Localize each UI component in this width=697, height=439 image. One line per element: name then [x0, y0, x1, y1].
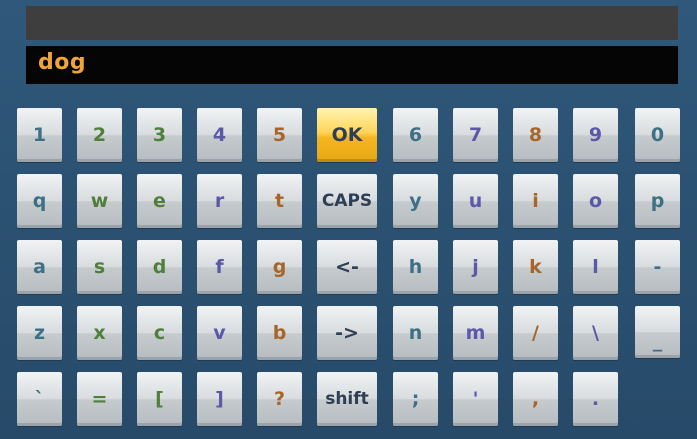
key-0-1[interactable]: 2	[77, 108, 122, 162]
key-2-5[interactable]: <-	[317, 240, 377, 294]
key-1-9[interactable]: o	[573, 174, 618, 228]
key-1-6[interactable]: y	[393, 174, 438, 228]
key-3-6[interactable]: n	[393, 306, 438, 360]
key-0-8[interactable]: 8	[513, 108, 558, 162]
key-0-0[interactable]: 1	[17, 108, 62, 162]
key-2-0[interactable]: a	[17, 240, 62, 294]
key-4-2[interactable]: [	[137, 372, 182, 426]
key-0-5[interactable]: OK	[317, 108, 377, 162]
key-2-4[interactable]: g	[257, 240, 302, 294]
key-0-3[interactable]: 4	[197, 108, 242, 162]
key-3-9[interactable]: \	[573, 306, 618, 360]
key-3-0[interactable]: z	[17, 306, 62, 360]
key-3-10[interactable]: _	[635, 306, 680, 358]
key-3-5[interactable]: ->	[317, 306, 377, 360]
key-4-5[interactable]: shift	[317, 372, 377, 426]
key-1-8[interactable]: i	[513, 174, 558, 228]
key-4-8[interactable]: ,	[513, 372, 558, 426]
key-1-7[interactable]: u	[453, 174, 498, 228]
key-3-1[interactable]: x	[77, 306, 122, 360]
key-2-6[interactable]: h	[393, 240, 438, 294]
key-3-3[interactable]: v	[197, 306, 242, 360]
key-1-0[interactable]: q	[17, 174, 62, 228]
key-0-2[interactable]: 3	[137, 108, 182, 162]
key-3-8[interactable]: /	[513, 306, 558, 360]
key-2-10[interactable]: -	[635, 240, 680, 294]
on-screen-keyboard: 1 2 3 4 5 OK 6 7 8 9 0 q w e r t CAPS y u i o p a s d f g <- h j k l - z x…	[0, 0, 697, 439]
key-1-3[interactable]: r	[197, 174, 242, 228]
key-4-0[interactable]: `	[17, 372, 62, 426]
key-0-6[interactable]: 6	[393, 108, 438, 162]
key-4-9[interactable]: .	[573, 372, 618, 426]
key-2-2[interactable]: d	[137, 240, 182, 294]
key-1-4[interactable]: t	[257, 174, 302, 228]
key-4-3[interactable]: ]	[197, 372, 242, 426]
key-0-9[interactable]: 9	[573, 108, 618, 162]
key-1-5[interactable]: CAPS	[317, 174, 377, 228]
key-2-3[interactable]: f	[197, 240, 242, 294]
key-4-6[interactable]: ;	[393, 372, 438, 426]
key-4-1[interactable]: =	[77, 372, 122, 426]
key-1-1[interactable]: w	[77, 174, 122, 228]
key-1-10[interactable]: p	[635, 174, 680, 228]
key-2-8[interactable]: k	[513, 240, 558, 294]
key-0-7[interactable]: 7	[453, 108, 498, 162]
key-4-4[interactable]: ?	[257, 372, 302, 426]
key-3-7[interactable]: m	[453, 306, 498, 360]
key-1-2[interactable]: e	[137, 174, 182, 228]
key-0-10[interactable]: 0	[635, 108, 680, 162]
key-3-2[interactable]: c	[137, 306, 182, 360]
key-2-9[interactable]: l	[573, 240, 618, 294]
key-0-4[interactable]: 5	[257, 108, 302, 162]
key-2-1[interactable]: s	[77, 240, 122, 294]
key-2-7[interactable]: j	[453, 240, 498, 294]
virtual-keyboard-panel: d o g 1 2 3 4 5 OK 6 7 8 9 0 q w e r t CAPS y u i o p a s d f g <- h j k…	[0, 0, 697, 439]
key-4-7[interactable]: '	[453, 372, 498, 426]
key-3-4[interactable]: b	[257, 306, 302, 360]
